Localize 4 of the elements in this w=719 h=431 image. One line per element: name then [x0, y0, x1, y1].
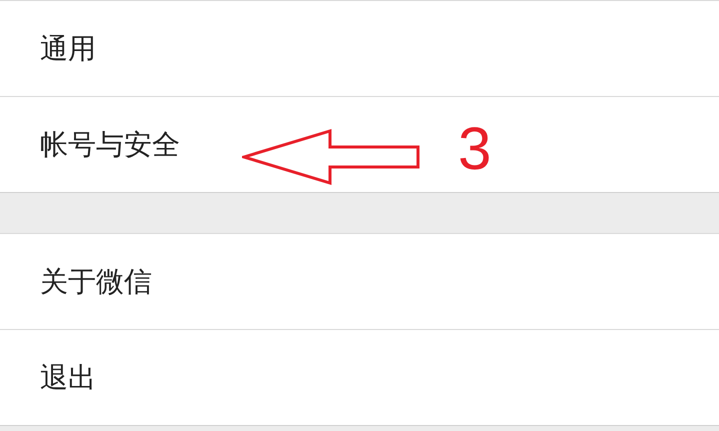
annotation-number: 3 — [458, 119, 492, 179]
settings-item[interactable]: 通用 — [0, 1, 719, 97]
settings-item[interactable]: 退出 — [0, 330, 719, 426]
settings-item[interactable]: 关于微信 — [0, 234, 719, 330]
